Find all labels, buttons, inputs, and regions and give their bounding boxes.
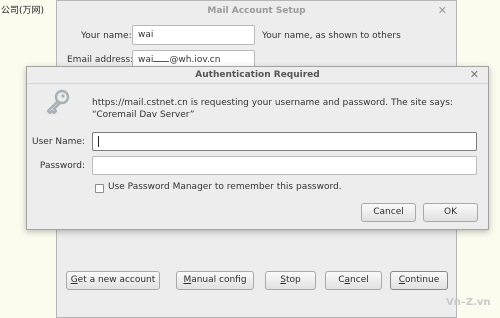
- auth-dialog-title: Authentication Required: [195, 70, 320, 80]
- manual-config-button[interactable]: Manual config: [176, 271, 254, 290]
- your-name-input[interactable]: wai: [132, 25, 255, 45]
- text-caret: [98, 136, 99, 147]
- username-input[interactable]: [92, 132, 477, 151]
- email-value-suffix: @wh.iov.cn: [169, 55, 221, 65]
- username-label: User Name:: [32, 137, 85, 147]
- get-new-account-button[interactable]: Get a new account: [66, 271, 160, 290]
- email-value-prefix: wai: [138, 55, 154, 65]
- mail-setup-title: Mail Account Setup: [207, 6, 306, 16]
- auth-ok-button[interactable]: OK: [423, 203, 478, 222]
- continue-button[interactable]: Continue: [390, 271, 448, 290]
- close-icon[interactable]: ✕: [438, 4, 447, 17]
- remember-password-label[interactable]: Use Password Manager to remember this pa…: [108, 182, 342, 192]
- watermark: Vn–Z.vn: [446, 297, 491, 308]
- password-label: Password:: [39, 161, 85, 171]
- redaction-mask: [155, 27, 175, 42]
- your-name-value: wai: [138, 30, 154, 40]
- email-address-label: Email address:: [67, 55, 134, 65]
- close-icon[interactable]: ✕: [470, 68, 479, 81]
- background-app-label: 公司(万网): [1, 6, 45, 16]
- auth-dialog-titlebar: Authentication Required ✕: [27, 67, 488, 84]
- your-name-label: Your name:: [81, 31, 132, 41]
- password-input[interactable]: [92, 156, 477, 175]
- auth-cancel-button[interactable]: Cancel: [361, 203, 416, 222]
- mail-setup-titlebar: Mail Account Setup ✕: [57, 1, 456, 22]
- remember-password-checkbox[interactable]: [95, 184, 104, 193]
- authentication-dialog: Authentication Required ✕ https://mail.c…: [26, 66, 489, 230]
- your-name-hint: Your name, as shown to others: [262, 31, 401, 41]
- mail-cancel-button[interactable]: Cancel: [325, 271, 382, 290]
- stop-button[interactable]: Stop: [265, 271, 316, 290]
- auth-message: https://mail.cstnet.cn is requesting you…: [92, 98, 453, 120]
- key-icon: [46, 89, 70, 115]
